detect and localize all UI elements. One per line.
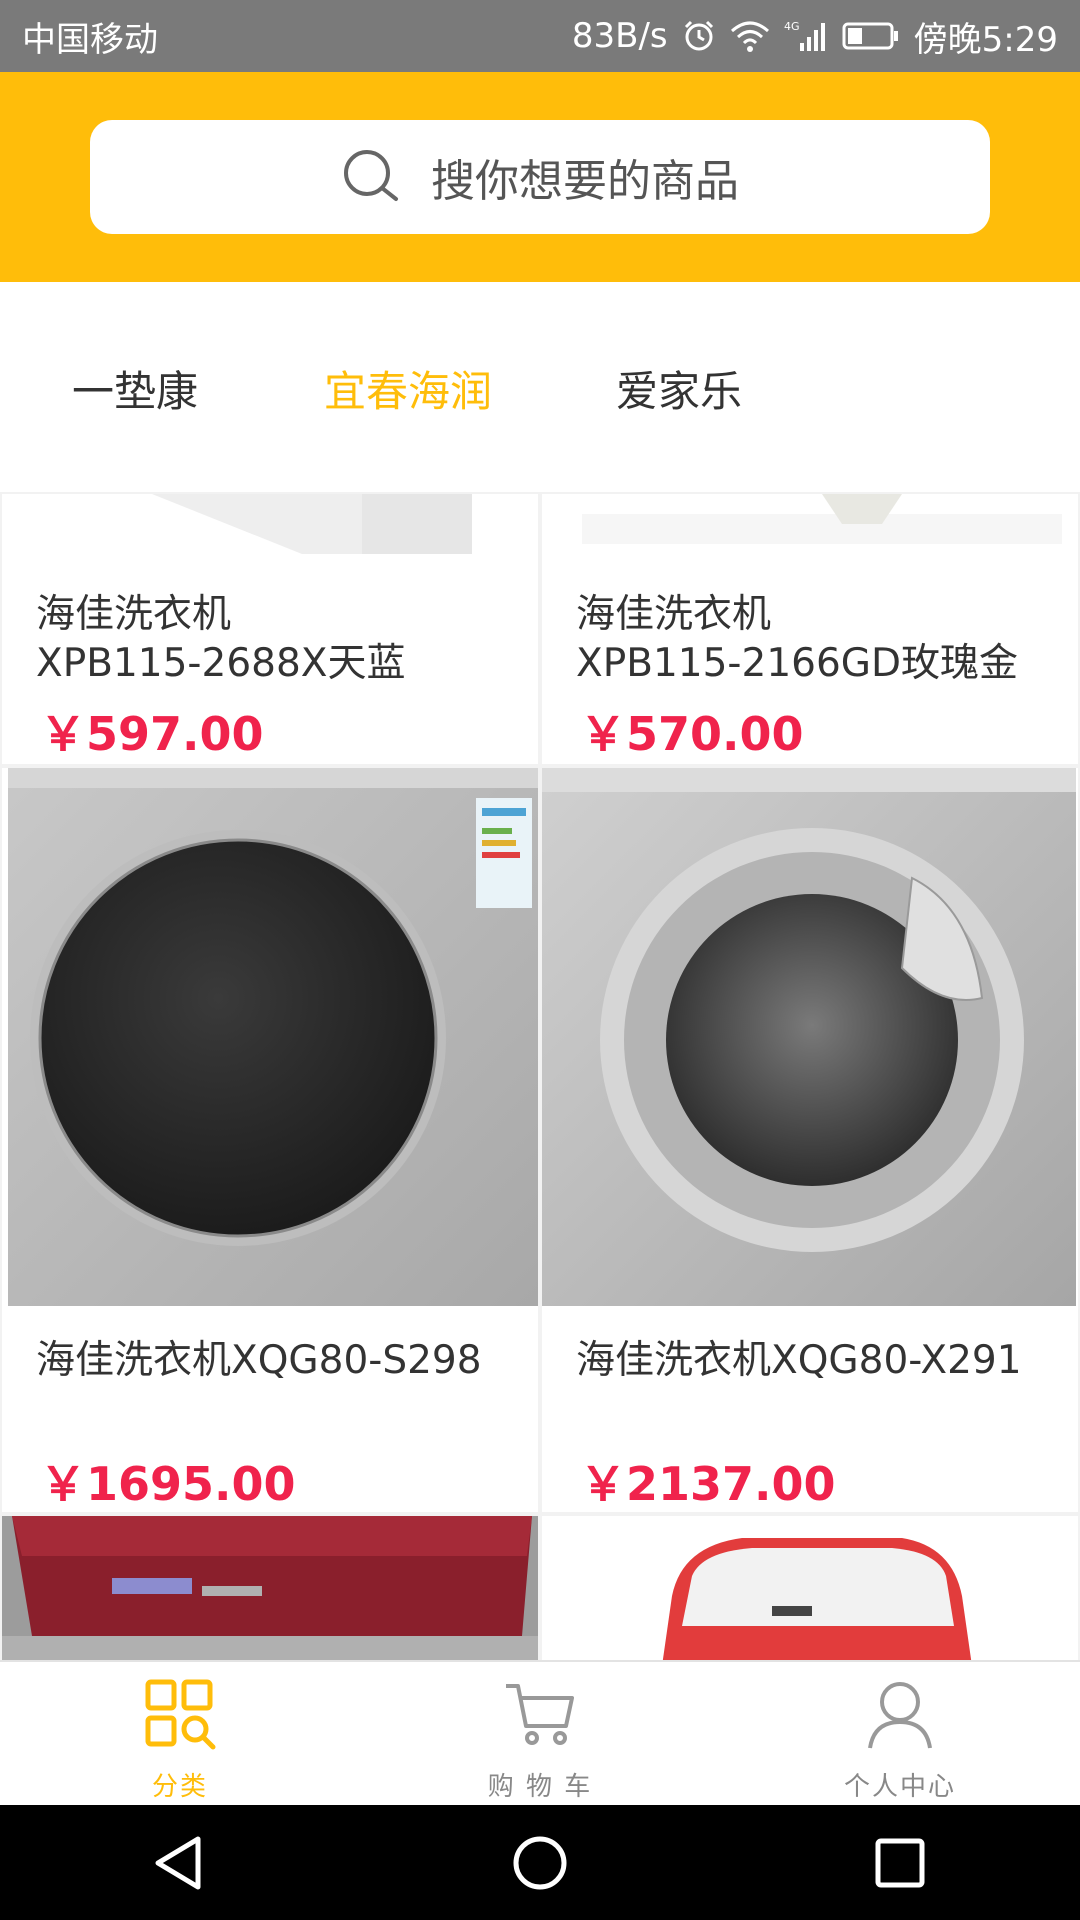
system-navigation-bar	[0, 1805, 1080, 1920]
carrier-label: 中国移动	[22, 19, 158, 60]
bottom-navigation: 分类 购 物 车 个人中心	[0, 1660, 1080, 1805]
header-bar: 搜你想要的商品	[0, 72, 1080, 282]
clock: 傍晚5:29	[913, 19, 1058, 60]
nav-cart[interactable]: 购 物 车	[360, 1662, 720, 1805]
product-card[interactable]: 海佳洗衣机 XPB115-2688X天蓝 ￥597.00	[2, 494, 538, 764]
product-price: ￥597.00	[40, 707, 264, 761]
status-bar: 中国移动 83B/s 4G 傍晚5:29	[0, 0, 1080, 72]
search-icon	[344, 150, 398, 201]
user-icon	[868, 1682, 932, 1749]
recents-button[interactable]	[865, 1828, 935, 1898]
back-icon	[155, 1836, 201, 1889]
svg-text:4G: 4G	[784, 20, 800, 33]
product-price: ￥1695.00	[40, 1457, 296, 1511]
nav-cart-label: 购 物 车	[487, 1772, 593, 1802]
nav-category[interactable]: 分类	[0, 1662, 360, 1805]
product-title-line1: 海佳洗衣机	[36, 592, 232, 637]
search-placeholder: 搜你想要的商品	[431, 156, 739, 207]
status-icons: 83B/s 4G 傍晚5:29	[572, 12, 1058, 61]
product-title-line2: XPB115-2688X天蓝	[36, 641, 406, 686]
product-card[interactable]: 海佳洗衣机XQG80-X291 ￥2137.00	[542, 768, 1078, 1512]
nav-profile-label: 个人中心	[843, 1772, 956, 1802]
product-card[interactable]	[542, 1516, 1078, 1660]
category-icon	[145, 1679, 216, 1750]
product-title-line2: XPB115-2166GD玫瑰金	[576, 641, 1019, 686]
brand-tabs: 一垫康 宜春海润 爱家乐	[0, 282, 1080, 492]
product-title: 海佳洗衣机XQG80-S298	[36, 1338, 482, 1383]
product-grid: 海佳洗衣机 XPB115-2688X天蓝 ￥597.00 海佳洗衣机 XPB11…	[0, 492, 1080, 1660]
product-image	[542, 494, 1078, 554]
product-title: 海佳洗衣机XQG80-X291	[576, 1338, 1022, 1383]
product-card[interactable]: 海佳洗衣机 XPB115-2166GD玫瑰金 ￥570.00	[542, 494, 1078, 764]
product-image	[542, 1516, 1078, 1660]
alarm-icon	[682, 19, 716, 53]
signal-icon: 4G	[784, 19, 828, 53]
network-speed: 83B/s	[571, 16, 668, 56]
product-price: ￥2137.00	[580, 1457, 836, 1511]
product-title-line1: 海佳洗衣机	[576, 592, 772, 637]
tab-yidiankang[interactable]: 一垫康	[72, 358, 198, 419]
tab-aijiale[interactable]: 爱家乐	[616, 358, 742, 419]
recents-icon	[875, 1838, 925, 1887]
nav-profile[interactable]: 个人中心	[720, 1662, 1080, 1805]
product-price: ￥570.00	[580, 707, 804, 761]
home-button[interactable]	[505, 1828, 575, 1898]
product-card[interactable]: 海佳洗衣机XQG80-S298 ￥1695.00	[2, 768, 538, 1512]
tab-yichunhairun[interactable]: 宜春海润	[324, 358, 492, 419]
back-button[interactable]	[145, 1828, 215, 1898]
battery-icon	[842, 21, 900, 51]
search-input[interactable]: 搜你想要的商品	[90, 120, 990, 234]
nav-category-label: 分类	[151, 1772, 208, 1802]
product-image	[542, 768, 1078, 1306]
home-icon	[513, 1836, 567, 1889]
product-card[interactable]	[2, 1516, 538, 1660]
product-image	[2, 1516, 538, 1660]
product-image	[2, 494, 538, 554]
product-image	[2, 768, 538, 1306]
wifi-icon	[730, 19, 770, 53]
cart-icon	[506, 1684, 574, 1745]
